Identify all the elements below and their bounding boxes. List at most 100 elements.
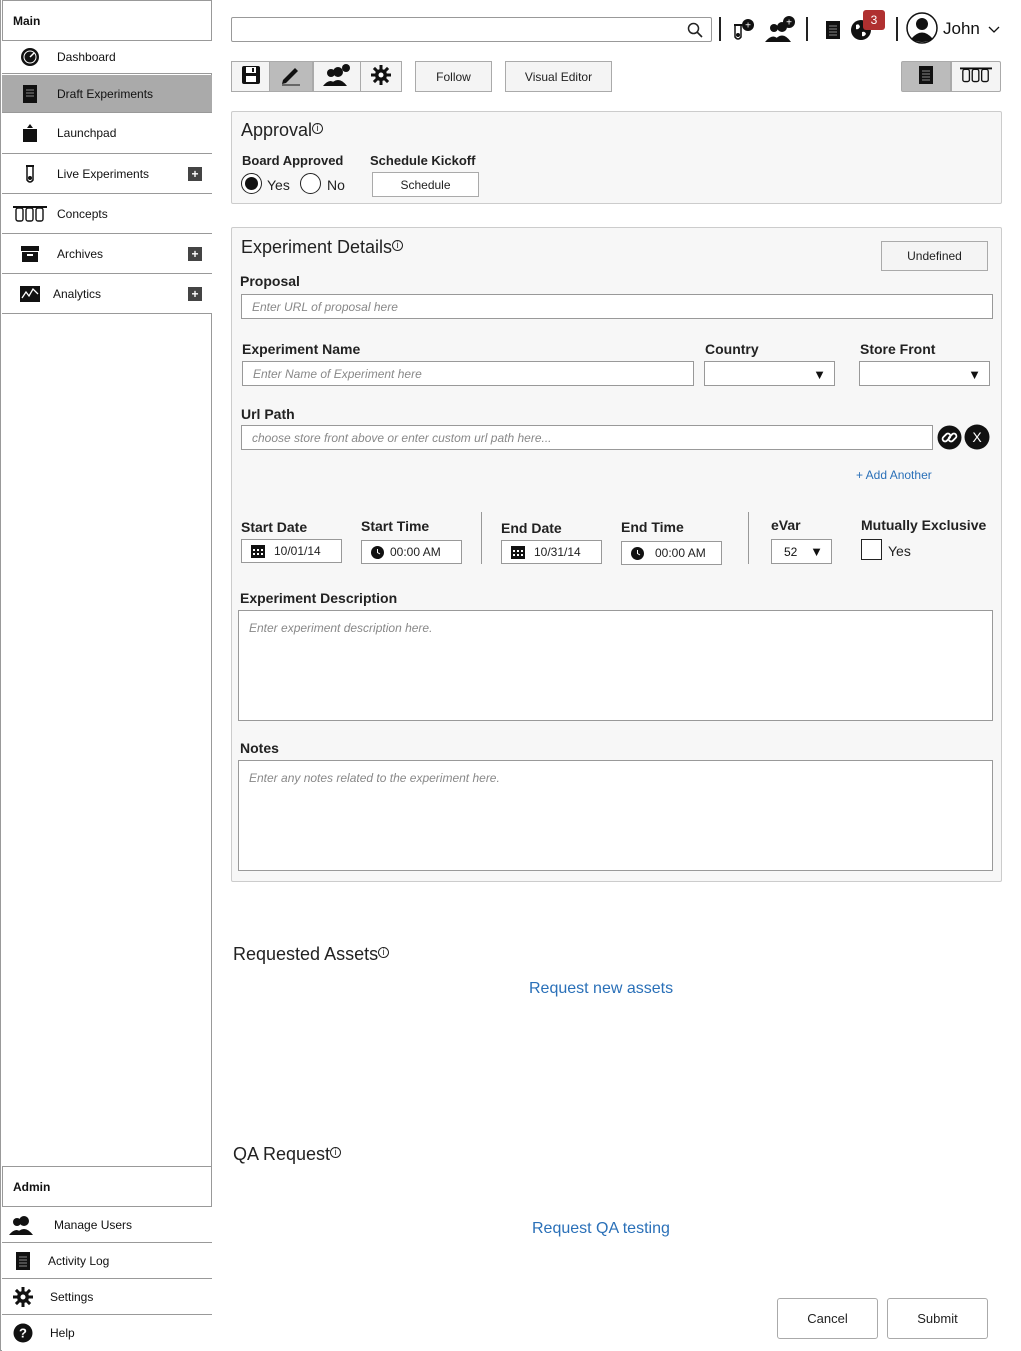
divider	[748, 512, 749, 564]
sidebar-item-concepts[interactable]: Concepts	[2, 194, 212, 234]
sidebar-item-settings[interactable]: Settings	[2, 1279, 212, 1315]
proposal-field[interactable]: Enter URL of proposal here	[241, 294, 993, 319]
sidebar-item-label: Launchpad	[57, 126, 117, 140]
submit-button[interactable]: Submit	[887, 1298, 988, 1339]
sidebar-item-activity-log[interactable]: Activity Log	[2, 1243, 212, 1279]
radio-no[interactable]	[300, 173, 321, 194]
pencil-icon	[280, 64, 302, 89]
request-qa-link[interactable]: Request QA testing	[532, 1220, 670, 1238]
info-icon[interactable]: i	[378, 947, 390, 958]
start-date-value: 10/01/14	[274, 544, 321, 558]
schedule-button[interactable]: Schedule	[372, 172, 479, 197]
sidebar-item-manage-users[interactable]: Manage Users	[2, 1207, 212, 1243]
sidebar-item-label: Dashboard	[57, 50, 116, 64]
user-name[interactable]: John	[943, 19, 980, 39]
archive-box-icon	[12, 245, 48, 263]
sidebar-item-label: Help	[50, 1326, 75, 1340]
sidebar-item-launchpad[interactable]: Launchpad	[2, 113, 212, 154]
sidebar-admin-header: Admin	[2, 1166, 212, 1207]
url-path-field[interactable]: choose store front above or enter custom…	[241, 425, 933, 450]
document-view-toggle[interactable]	[901, 61, 951, 92]
gear-icon	[2, 1286, 44, 1307]
visual-editor-button[interactable]: Visual Editor	[505, 61, 612, 92]
country-select[interactable]: ▼	[704, 361, 835, 386]
avatar[interactable]	[906, 12, 938, 44]
dropdown-arrow-icon: ▼	[813, 367, 826, 382]
info-icon[interactable]: i	[392, 240, 404, 251]
store-front-select[interactable]: ▼	[859, 361, 990, 386]
svg-text:+: +	[786, 18, 792, 29]
sidebar-item-label: Archives	[57, 246, 104, 261]
expand-plus-icon[interactable]: +	[188, 286, 202, 301]
start-date-field[interactable]: 10/01/14	[241, 539, 342, 563]
add-user-icon[interactable]: +	[764, 15, 798, 43]
search-input[interactable]	[231, 17, 712, 42]
chevron-down-icon[interactable]	[988, 21, 1000, 39]
users-icon	[4, 1215, 40, 1235]
approval-title: Approval i	[241, 120, 324, 141]
sidebar-item-analytics[interactable]: Analytics +	[2, 274, 212, 314]
radio-yes-label: Yes	[267, 177, 290, 193]
description-textarea[interactable]: Enter experiment description here.	[238, 610, 993, 721]
sidebar-item-dashboard[interactable]: Dashboard	[2, 41, 212, 74]
concepts-view-toggle[interactable]	[951, 61, 1001, 92]
request-assets-link[interactable]: Request new assets	[529, 980, 673, 998]
expand-plus-icon[interactable]: +	[188, 246, 202, 261]
start-time-value: 00:00 AM	[390, 545, 441, 559]
sidebar-item-live-experiments[interactable]: Live Experiments +	[2, 154, 212, 194]
dashboard-icon	[12, 47, 48, 67]
remove-url-icon[interactable]: X	[964, 424, 990, 455]
document-icon	[918, 65, 934, 88]
sidebar-item-archives[interactable]: Archives +	[2, 234, 212, 274]
end-date-field[interactable]: 10/31/14	[501, 540, 602, 564]
mutually-exclusive-label: Mutually Exclusive	[861, 517, 987, 533]
experiment-details-title: Experiment Details i	[241, 237, 404, 258]
sidebar-item-draft-experiments[interactable]: Draft Experiments	[2, 75, 212, 113]
end-time-label: End Time	[621, 519, 684, 535]
add-experiment-icon[interactable]: +	[730, 17, 756, 43]
assign-users-button[interactable]	[313, 61, 361, 92]
sidebar-item-label: Live Experiments	[57, 166, 150, 181]
start-time-label: Start Time	[361, 518, 430, 534]
notes-textarea[interactable]: Enter any notes related to the experimen…	[238, 760, 993, 871]
sidebar-item-label: Activity Log	[48, 1253, 110, 1268]
proposal-label: Proposal	[240, 273, 300, 289]
link-icon[interactable]	[937, 425, 962, 455]
status-button[interactable]: Undefined	[881, 241, 988, 271]
experiment-name-field[interactable]: Enter Name of Experiment here	[242, 361, 694, 386]
evar-select[interactable]: 52 ▼	[771, 539, 832, 564]
save-icon	[241, 65, 261, 88]
sidebar-item-help[interactable]: ? Help	[2, 1315, 212, 1351]
svg-text:X: X	[972, 429, 982, 445]
svg-text:+: +	[745, 21, 751, 32]
document-icon	[12, 84, 48, 104]
radio-yes[interactable]	[241, 173, 262, 194]
end-time-field[interactable]: 00:00 AM	[621, 541, 722, 565]
analytics-chart-icon	[12, 285, 48, 302]
test-tubes-icon	[960, 67, 992, 86]
settings-button[interactable]	[360, 61, 402, 92]
info-icon[interactable]: i	[330, 1147, 342, 1158]
log-icon	[2, 1251, 44, 1271]
cancel-button[interactable]: Cancel	[777, 1298, 878, 1339]
help-icon: ?	[2, 1323, 44, 1343]
edit-button[interactable]	[269, 61, 313, 92]
save-button[interactable]	[231, 61, 270, 92]
expand-plus-icon[interactable]: +	[188, 166, 202, 181]
qa-request-title: QA Request i	[233, 1144, 342, 1165]
store-front-label: Store Front	[860, 341, 936, 357]
mutually-exclusive-checkbox[interactable]	[861, 539, 882, 560]
notes-log-icon[interactable]	[822, 19, 844, 41]
start-time-field[interactable]: 00:00 AM	[361, 540, 462, 564]
start-date-label: Start Date	[241, 519, 308, 535]
follow-button[interactable]: Follow	[415, 61, 492, 92]
end-date-label: End Date	[501, 520, 562, 536]
toolbar-divider	[719, 17, 721, 41]
search-icon[interactable]	[687, 22, 703, 43]
toolbar-divider	[896, 17, 898, 41]
info-icon[interactable]: i	[312, 123, 324, 134]
add-another-link[interactable]: + Add Another	[856, 468, 932, 482]
country-label: Country	[705, 341, 759, 357]
end-time-value: 00:00 AM	[655, 546, 706, 560]
calendar-icon	[251, 544, 265, 558]
